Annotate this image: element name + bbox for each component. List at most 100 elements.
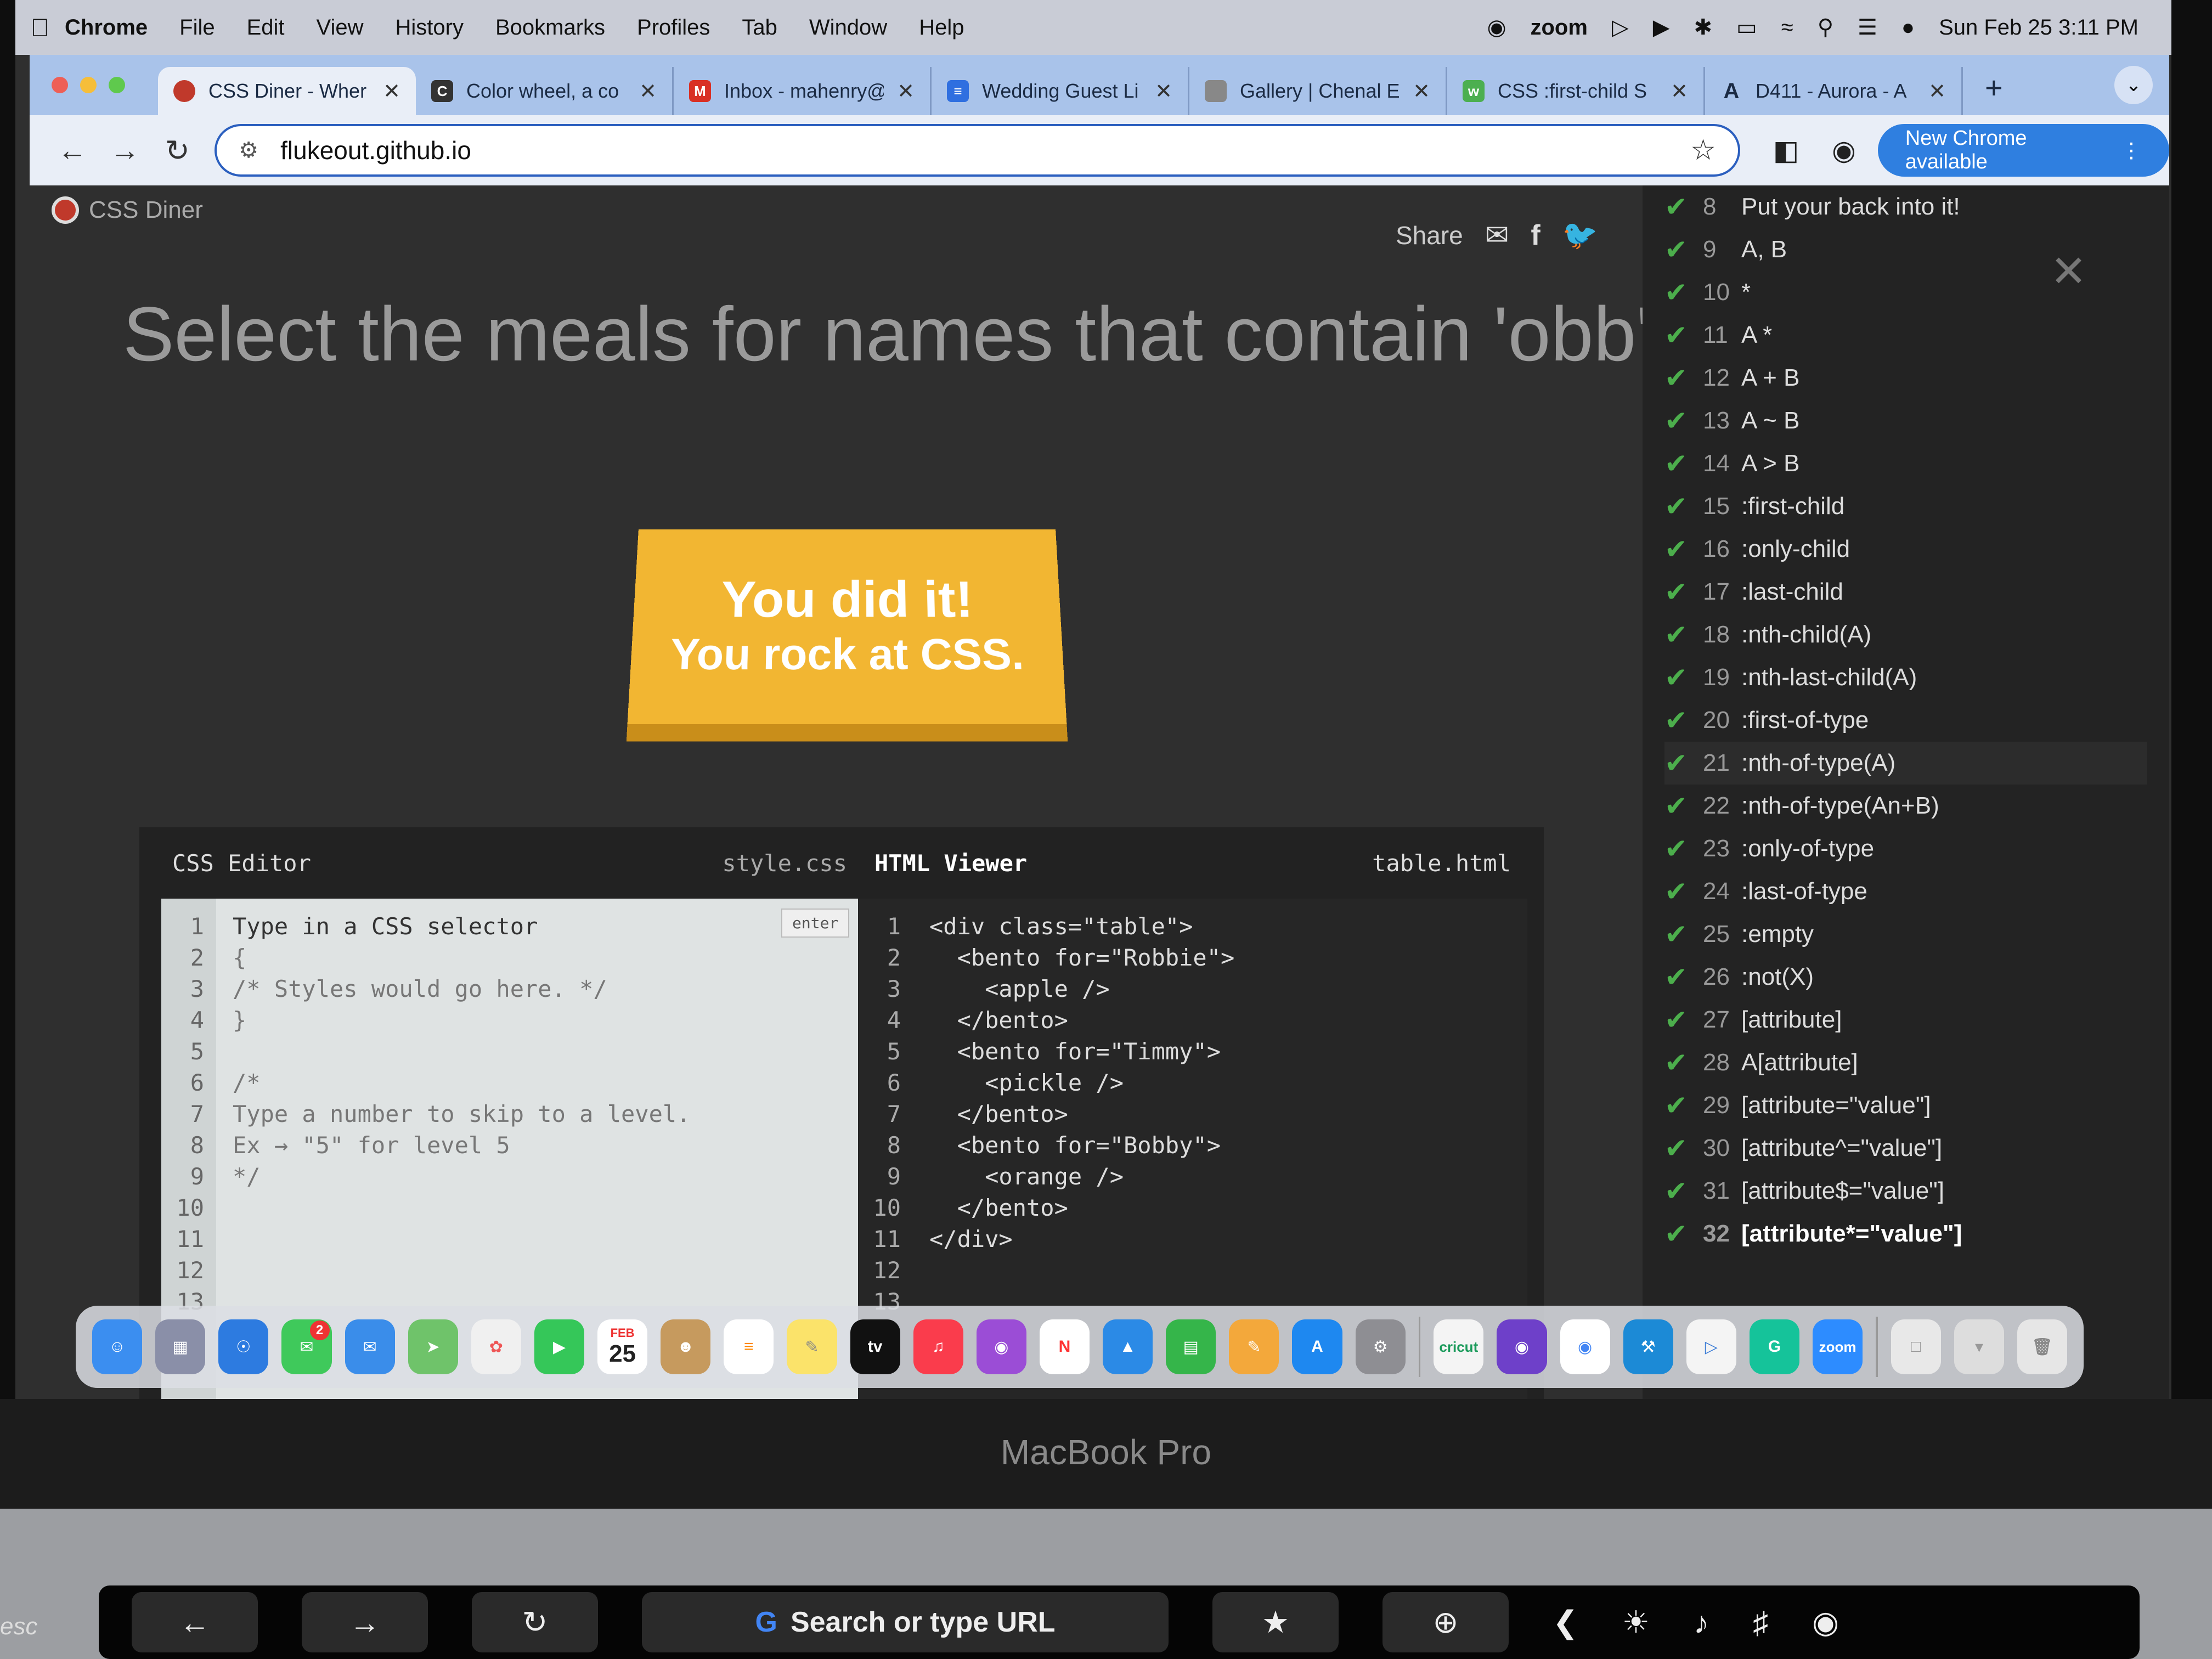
url-text[interactable]: flukeout.github.io [280,136,471,165]
side-panel-icon[interactable]: ◧ [1773,134,1799,166]
touchbar-reload-icon[interactable]: ↻ [472,1592,598,1652]
podcasts-icon[interactable]: ◉ [976,1319,1026,1374]
trash-icon[interactable]: 🗑 [2017,1319,2068,1374]
level-item[interactable]: ✔ 15:first-child [1664,485,1844,528]
downloads-stack-icon[interactable]: ▾ [1954,1319,2005,1374]
menu-edit[interactable]: Edit [247,15,285,40]
menu-help[interactable]: Help [919,15,964,40]
control-center-icon[interactable]: ☰ [1858,15,1877,40]
html-line[interactable]: </bento> [929,1005,1234,1036]
tab-inbox[interactable]: M Inbox - mahenry@ ✕ [674,67,932,115]
html-line[interactable]: <bento for="Bobby"> [929,1130,1234,1161]
menu-bookmarks[interactable]: Bookmarks [495,15,605,40]
html-line[interactable]: </bento> [929,1098,1234,1130]
folder-icon[interactable]: □ [1891,1319,1941,1374]
level-item[interactable]: ✔ 11 A * [1664,314,1772,357]
maps-icon[interactable]: ➤ [408,1319,458,1374]
level-item[interactable]: ✔ 24:last-of-type [1664,870,1867,913]
forward-arrow-icon[interactable]: → [99,133,151,167]
touchbar-star-icon[interactable]: ★ [1212,1592,1339,1652]
photos-icon[interactable]: ✿ [471,1319,521,1374]
numbers-icon[interactable]: ▤ [1166,1319,1216,1374]
menu-window[interactable]: Window [809,15,887,40]
twitter-icon[interactable]: 🐦 [1562,218,1598,252]
chrome-icon[interactable]: ◉ [1560,1319,1610,1374]
tab-search-chevron-icon[interactable]: ⌄ [2114,66,2153,104]
notes-icon[interactable]: ✎ [787,1319,837,1374]
maximize-window-button[interactable] [109,77,125,93]
level-item[interactable]: ✔ 31 [attribute$="value"] [1664,1170,1944,1212]
new-tab-button[interactable]: + [1963,70,2025,105]
zoom-icon[interactable]: zoom [1813,1319,1863,1374]
close-menu-icon[interactable]: ✕ [2050,246,2087,297]
menu-chrome[interactable]: Chrome [65,15,148,40]
touchbar-siri-icon[interactable]: ◉ [1812,1604,1839,1640]
close-tab-icon[interactable]: ✕ [1928,79,1946,104]
level-item[interactable]: ✔ 12 A + B [1664,357,1799,399]
close-tab-icon[interactable]: ✕ [383,79,400,104]
menu-profiles[interactable]: Profiles [637,15,710,40]
level-item-current[interactable]: ✔ 32 [attribute*="value"] [1664,1212,1962,1255]
html-line[interactable]: <orange /> [929,1161,1234,1192]
level-item[interactable]: ✔ 14 A > B [1664,442,1799,485]
tab-css-diner[interactable]: CSS Diner - Wher ✕ [158,67,416,115]
level-item[interactable]: ✔ 18:nth-child(A) [1664,613,1871,656]
html-line[interactable]: <div class="table"> [929,911,1234,942]
minimize-window-button[interactable] [80,77,97,93]
level-item[interactable]: ✔ 10 * [1664,271,1751,314]
level-item[interactable]: ✔ 20:first-of-type [1664,699,1869,742]
siri-icon[interactable]: ● [1901,15,1915,40]
close-tab-icon[interactable]: ✕ [1671,79,1688,104]
close-tab-icon[interactable]: ✕ [639,79,657,104]
bluetooth-icon[interactable]: ✱ [1694,15,1712,40]
reminders-icon[interactable]: ≡ [724,1319,774,1374]
close-tab-icon[interactable]: ✕ [897,79,915,104]
zoom-menu-item[interactable]: zoom [1531,15,1588,40]
tab-css-first-child[interactable]: w CSS :first-child S ✕ [1447,67,1705,115]
new-chrome-available-button[interactable]: New Chrome available ⋮ [1877,124,2169,177]
calendar-icon[interactable]: FEB 25 [597,1319,648,1374]
touchbar-forward-icon[interactable]: → [302,1592,428,1652]
touchbar-new-tab-icon[interactable]: ⊕ [1383,1592,1509,1652]
level-item[interactable]: ✔ 21:nth-of-type(A) [1664,742,2147,785]
menu-view[interactable]: View [317,15,364,40]
html-line[interactable]: <apple /> [929,973,1234,1005]
back-arrow-icon[interactable]: ← [46,133,99,167]
touchbar-volume-icon[interactable]: ♪ [1694,1605,1709,1640]
css-selector-input[interactable]: Type in a CSS selector [233,911,690,942]
menu-history[interactable]: History [396,15,464,40]
system-settings-icon[interactable]: ⚙ [1355,1319,1406,1374]
messages-icon[interactable]: ✉ 2 [281,1319,332,1374]
level-item[interactable]: ✔ 23:only-of-type [1664,827,1874,870]
tab-wedding-guest[interactable]: ≡ Wedding Guest Li ✕ [932,67,1189,115]
level-item[interactable]: ✔ 25:empty [1664,913,1814,956]
grammarly-icon[interactable]: ◉ [1487,15,1506,40]
css-diner-logo[interactable]: CSS Diner [52,196,203,224]
menu-file[interactable]: File [179,15,215,40]
close-tab-icon[interactable]: ✕ [1155,79,1172,104]
tab-color-wheel[interactable]: C Color wheel, a co ✕ [416,67,674,115]
site-settings-icon[interactable]: ⚙ [239,138,258,163]
xcode-icon[interactable]: ⚒ [1623,1319,1673,1374]
profile-avatar[interactable]: ◉ [1832,134,1856,166]
level-item[interactable]: ✔ 17:last-child [1664,571,1843,613]
menubar-clock[interactable]: Sun Feb 25 3:11 PM [1939,15,2138,40]
level-item[interactable]: ✔ 16:only-child [1664,528,1850,571]
touchbar-search[interactable]: G Search or type URL [642,1592,1169,1652]
menu-tab[interactable]: Tab [742,15,777,40]
level-item[interactable]: ✔ 8 Put your back into it! [1664,185,1960,228]
level-item[interactable]: ✔ 13 A ~ B [1664,399,1799,442]
pages-icon[interactable]: ✎ [1229,1319,1279,1374]
video-player-icon[interactable]: ▷ [1686,1319,1736,1374]
esc-key[interactable]: esc [0,1613,37,1640]
cricut-icon[interactable]: cricut [1434,1319,1484,1374]
level-item[interactable]: ✔ 30 [attribute^="value"] [1664,1127,1942,1170]
music-icon[interactable]: ♫ [913,1319,963,1374]
grammarly-icon[interactable]: G [1749,1319,1800,1374]
html-line[interactable]: </bento> [929,1192,1234,1223]
safari-icon[interactable]: ☉ [218,1319,269,1374]
mail-icon[interactable]: ✉ [345,1319,395,1374]
html-line[interactable]: <pickle /> [929,1067,1234,1098]
play-icon[interactable]: ▶ [1653,15,1670,40]
html-line[interactable]: <bento for="Timmy"> [929,1036,1234,1067]
